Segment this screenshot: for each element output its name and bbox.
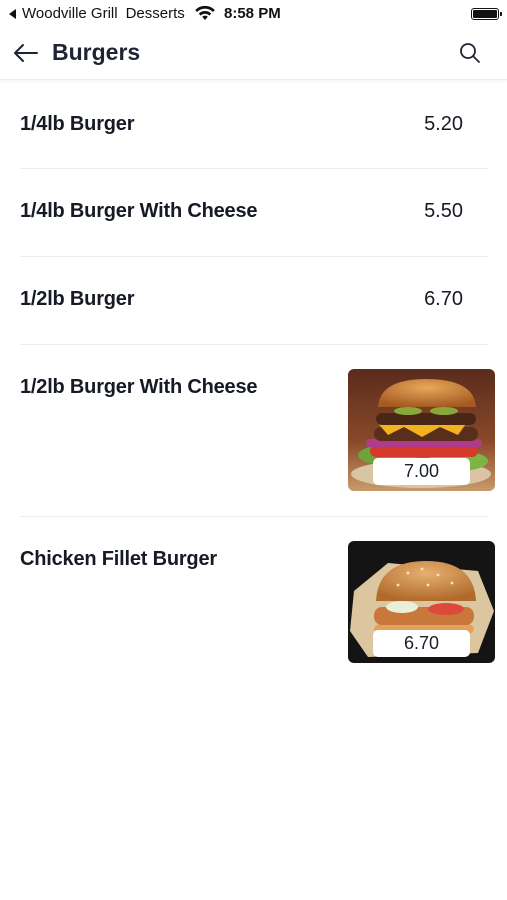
menu-item-quarter-burger-cheese[interactable]: 1/4lb Burger With Cheese 5.50 xyxy=(0,169,507,256)
arrow-left-icon xyxy=(14,44,38,62)
menu-item-name: 1/2lb Burger With Cheese xyxy=(20,376,258,398)
header-bar: Burgers xyxy=(0,28,507,80)
page-title: Burgers xyxy=(52,39,141,65)
back-triangle-icon xyxy=(9,8,16,19)
chicken-burger-photo: 6.70 xyxy=(348,541,495,663)
battery-icon xyxy=(471,8,502,20)
menu-item-name: 1/4lb Burger With Cheese xyxy=(20,200,258,222)
search-button[interactable] xyxy=(458,41,482,65)
menu-item-half-burger[interactable]: 1/2lb Burger 6.70 xyxy=(0,257,507,344)
menu-item-price: 5.20 xyxy=(424,113,463,135)
status-app-label: Desserts xyxy=(125,5,185,22)
menu-item-name: 1/4lb Burger xyxy=(20,113,135,135)
cheeseburger-photo: 7.00 xyxy=(348,369,495,491)
status-bar: Woodville Grill Desserts 8:58 PM xyxy=(0,0,507,28)
search-icon xyxy=(460,43,480,63)
menu-item-price: 6.70 xyxy=(424,288,463,310)
menu-item-price: 7.00 xyxy=(373,458,470,485)
back-button[interactable] xyxy=(12,40,40,66)
menu-item-price: 5.50 xyxy=(424,200,463,222)
menu-item-quarter-burger[interactable]: 1/4lb Burger 5.20 xyxy=(0,82,507,168)
status-time: 8:58 PM xyxy=(224,5,281,22)
menu-item-name: 1/2lb Burger xyxy=(20,288,135,310)
menu-item-half-burger-cheese[interactable]: 1/2lb Burger With Cheese 7.00 xyxy=(0,345,507,516)
menu-item-name: Chicken Fillet Burger xyxy=(20,548,217,570)
menu-item-chicken-fillet-burger[interactable]: Chicken Fillet Burger 6.70 xyxy=(0,517,507,677)
menu-item-price: 6.70 xyxy=(373,630,470,657)
status-back-link[interactable]: Woodville Grill Desserts xyxy=(9,5,185,22)
wifi-icon xyxy=(195,5,215,20)
status-back-label: Woodville Grill xyxy=(22,5,118,22)
